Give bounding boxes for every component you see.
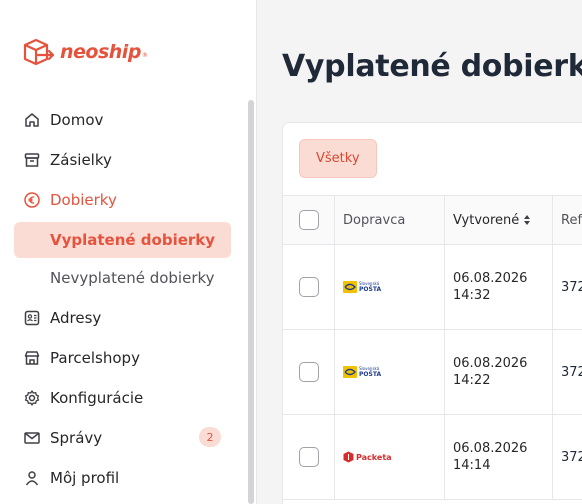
reference-value: 372 bbox=[561, 364, 582, 380]
sidebar-subitem-vyplatene[interactable]: Vyplatené dobierky bbox=[14, 222, 231, 258]
created-time: 14:14 bbox=[453, 458, 491, 473]
sidebar-item-label: Správy bbox=[50, 429, 103, 447]
sidebar-item-adresy[interactable]: Adresy bbox=[14, 298, 231, 338]
column-header-created[interactable]: Vytvorené bbox=[445, 196, 553, 244]
sidebar-item-label: Môj profil bbox=[50, 469, 120, 487]
sidebar-scrollbar[interactable] bbox=[248, 100, 254, 504]
row-select-cell bbox=[283, 245, 335, 329]
slovenska-posta-logo: Slovenská POŠTA bbox=[343, 366, 381, 378]
table-card: Všetky Dopravca Vytvorené Refe bbox=[282, 122, 582, 504]
mail-icon bbox=[22, 428, 42, 448]
created-date: 06.08.2026 bbox=[453, 271, 528, 286]
carrier-cell: Packeta bbox=[335, 415, 445, 499]
reference-cell: 372 bbox=[553, 330, 582, 414]
sidebar-item-konfiguracie[interactable]: Konfigurácie bbox=[14, 378, 231, 418]
created-cell: 06.08.2026 14:32 bbox=[445, 245, 553, 329]
carrier-short: Packeta bbox=[356, 452, 392, 462]
created-cell: 06.08.2026 14:14 bbox=[445, 415, 553, 499]
neoship-logo[interactable]: neoship ® bbox=[22, 37, 148, 67]
carrier-short: POŠTA bbox=[359, 371, 382, 378]
created-cell: 06.08.2026 14:22 bbox=[445, 330, 553, 414]
reference-value: 372 bbox=[561, 449, 582, 465]
sidebar-item-dobierky[interactable]: Dobierky bbox=[14, 180, 231, 220]
carrier-cell: Slovenská POŠTA bbox=[335, 245, 445, 329]
select-all-checkbox[interactable] bbox=[298, 210, 319, 230]
created-time: 14:22 bbox=[453, 373, 491, 388]
sidebar: neoship ® Domov Zásielky Dobierky Vyplat… bbox=[0, 0, 257, 504]
table-row[interactable]: Packeta 06.08.2026 14:14 372 bbox=[283, 415, 582, 500]
box-icon bbox=[22, 150, 42, 170]
box-logo-icon bbox=[23, 38, 54, 66]
sidebar-subitem-label: Vyplatené dobierky bbox=[50, 231, 216, 249]
created-date: 06.08.2026 bbox=[453, 441, 528, 456]
sidebar-nav: Domov Zásielky Dobierky Vyplatené dobier… bbox=[14, 100, 231, 498]
created-date: 06.08.2026 bbox=[453, 356, 528, 371]
reference-cell: 372 bbox=[553, 245, 582, 329]
created-time: 14:32 bbox=[453, 288, 491, 303]
home-icon bbox=[22, 110, 42, 130]
column-header-reference[interactable]: Refe bbox=[553, 196, 582, 244]
cod-table: Dopravca Vytvorené Refe bbox=[283, 195, 582, 500]
sidebar-subitem-label: Nevyplatené dobierky bbox=[50, 269, 215, 287]
page-title: Vyplatené dobierky bbox=[282, 49, 582, 84]
sort-icon[interactable] bbox=[523, 214, 531, 226]
sidebar-subitem-nevyplatene[interactable]: Nevyplatené dobierky bbox=[14, 260, 231, 296]
table-header-row: Dopravca Vytvorené Refe bbox=[283, 196, 582, 245]
carrier-short: POŠTA bbox=[359, 286, 382, 293]
sidebar-item-label: Konfigurácie bbox=[50, 389, 144, 407]
table-row[interactable]: Slovenská POŠTA 06.08.2026 14:32 372 bbox=[283, 245, 582, 330]
sidebar-item-zasielky[interactable]: Zásielky bbox=[14, 140, 231, 180]
sidebar-item-label: Adresy bbox=[50, 309, 102, 327]
column-header-label: Dopravca bbox=[343, 212, 406, 228]
reference-value: 372 bbox=[561, 279, 582, 295]
store-icon bbox=[22, 348, 42, 368]
sidebar-item-parcelshopy[interactable]: Parcelshopy bbox=[14, 338, 231, 378]
sidebar-item-spravy[interactable]: Správy 2 bbox=[14, 418, 231, 458]
euro-icon bbox=[22, 190, 42, 210]
slovenska-posta-logo: Slovenská POŠTA bbox=[343, 281, 381, 293]
filter-all-button[interactable]: Všetky bbox=[299, 139, 377, 178]
sidebar-item-label: Parcelshopy bbox=[50, 349, 140, 367]
table-row[interactable]: Slovenská POŠTA 06.08.2026 14:22 372 bbox=[283, 330, 582, 415]
unread-badge: 2 bbox=[199, 427, 221, 447]
row-checkbox[interactable] bbox=[298, 277, 319, 297]
header-select-cell bbox=[283, 196, 335, 244]
sidebar-item-label: Domov bbox=[50, 111, 104, 129]
brand-reg: ® bbox=[141, 51, 148, 59]
sidebar-item-moj-profil[interactable]: Môj profil bbox=[14, 458, 231, 498]
row-checkbox[interactable] bbox=[298, 447, 319, 467]
gear-icon bbox=[22, 388, 42, 408]
carrier-cell: Slovenská POŠTA bbox=[335, 330, 445, 414]
column-header-label: Vytvorené bbox=[453, 212, 520, 228]
reference-cell: 372 bbox=[553, 415, 582, 499]
main-content: Vyplatené dobierky Všetky Dopravca Vytvo… bbox=[258, 0, 582, 504]
brand-name: neoship bbox=[60, 41, 141, 63]
row-select-cell bbox=[283, 415, 335, 499]
column-header-label: Refe bbox=[561, 212, 582, 228]
sidebar-item-label: Dobierky bbox=[50, 191, 117, 209]
sidebar-item-label: Zásielky bbox=[50, 151, 112, 169]
address-book-icon bbox=[22, 308, 42, 328]
column-header-carrier[interactable]: Dopravca bbox=[335, 196, 445, 244]
sidebar-item-domov[interactable]: Domov bbox=[14, 100, 231, 140]
row-select-cell bbox=[283, 330, 335, 414]
packeta-logo: Packeta bbox=[343, 451, 392, 463]
row-checkbox[interactable] bbox=[298, 362, 319, 382]
user-icon bbox=[22, 468, 42, 488]
